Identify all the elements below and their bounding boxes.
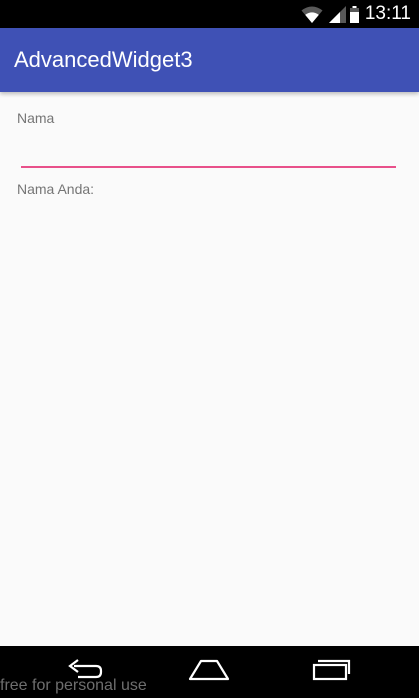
status-bar: 13:11	[0, 0, 419, 28]
recents-button[interactable]	[309, 658, 353, 686]
name-input[interactable]	[21, 136, 396, 168]
home-icon	[188, 659, 230, 685]
main-content: Nama Nama Anda:	[0, 92, 419, 646]
wifi-icon	[301, 6, 323, 23]
status-time: 13:11	[364, 3, 411, 24]
watermark-text: free for personal use	[0, 677, 147, 694]
battery-icon	[349, 5, 359, 23]
signal-icon	[328, 5, 346, 23]
app-bar: AdvancedWidget3	[0, 28, 419, 92]
recents-icon	[311, 659, 351, 685]
home-button[interactable]	[187, 658, 231, 686]
name-output-label: Nama Anda:	[17, 181, 95, 197]
status-icons: 13:11	[301, 3, 411, 25]
app-title: AdvancedWidget3	[14, 47, 193, 72]
name-label: Nama	[17, 110, 55, 126]
